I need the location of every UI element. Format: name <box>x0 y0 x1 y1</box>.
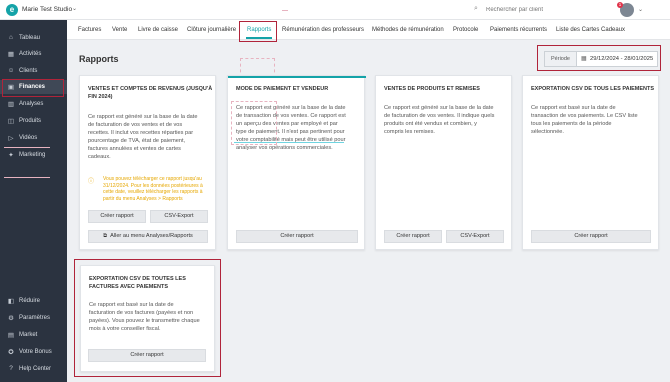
tab-protocole[interactable]: Protocole <box>453 27 478 33</box>
page-title: Rapports <box>79 54 119 64</box>
info-icon: ⓘ <box>88 179 95 185</box>
box-icon: ◫ <box>7 118 15 125</box>
chart-icon: ▥ <box>7 101 15 108</box>
tab-methodes-remuneration[interactable]: Méthodes de rémunération <box>372 27 444 33</box>
calendar-icon: ▦ <box>7 51 15 58</box>
sidebar-item-label: Analyses <box>19 101 44 107</box>
card-title: EXPORTATION CSV DE TOUS LES PAIEMENTS <box>531 86 655 92</box>
top-bar: e Marie Test Studio ⌄ ⌕ 1 ⌄ <box>0 0 670 20</box>
sidebar-item-tableau[interactable]: ⌂ Tableau <box>0 31 67 45</box>
sidebar-item-marketing[interactable]: ✦ Marketing <box>0 148 67 162</box>
external-link-icon: ⧉ <box>103 233 108 239</box>
collapse-icon: ◧ <box>7 298 15 305</box>
period-highlight <box>537 45 661 71</box>
sidebar-item-produits[interactable]: ◫ Produits <box>0 114 67 128</box>
sidebar-item-label: Paramètres <box>19 315 51 321</box>
tab-livre-de-caisse[interactable]: Livre de caisse <box>138 27 178 33</box>
search-input[interactable] <box>486 6 582 14</box>
guide-line <box>282 10 288 11</box>
card-description: Ce rapport est généré sur la base de la … <box>384 105 495 135</box>
card-title: VENTES ET COMPTES DE REVENUS (JUSQU'À FI… <box>88 86 213 100</box>
gift-icon: ✪ <box>8 349 14 356</box>
store-icon: ▤ <box>7 332 15 339</box>
card-description: Ce rapport est basé sur la date de trans… <box>531 105 638 135</box>
sidebar-item-label: Tableau <box>19 35 41 41</box>
client-search[interactable]: ⌕ <box>474 5 584 15</box>
guide-box <box>231 101 277 145</box>
user-icon: ☺ <box>7 67 15 74</box>
help-icon: ? <box>9 365 13 372</box>
notification-badge[interactable]: 1 <box>617 2 623 8</box>
sidebar-item-label: Activités <box>19 51 42 57</box>
finance-tabs: Factures Vente Livre de caisse Clôture j… <box>67 20 670 40</box>
guide-line <box>4 147 50 148</box>
megaphone-icon: ✦ <box>8 152 14 159</box>
video-icon: ▷ <box>8 135 14 142</box>
card-warning: Vous pouvez télécharger ce rapport jusqu… <box>103 176 203 202</box>
sidebar-item-parametres[interactable]: ⚙ Paramètres <box>0 311 67 325</box>
go-to-analyses-button[interactable]: ⧉ Aller au menu Analyses/Rapports <box>88 230 208 243</box>
report-card-ventes-revenus: VENTES ET COMPTES DE REVENUS (JUSQU'À FI… <box>79 75 216 250</box>
studio-selector[interactable]: Marie Test Studio <box>22 6 72 13</box>
card-description: Ce rapport est généré sur la base de la … <box>88 114 198 160</box>
search-icon: ⌕ <box>474 5 478 12</box>
finances-highlight <box>2 79 64 97</box>
card-accent <box>228 76 366 78</box>
sidebar-item-clients[interactable]: ☺ Clients <box>0 64 67 78</box>
sidebar: ⌂ Tableau ▦ Activités ☺ Clients ▣ Financ… <box>0 20 67 382</box>
sidebar-item-reduire[interactable]: ◧ Réduire <box>0 294 67 308</box>
tab-cartes-cadeaux[interactable]: Liste des Cartes Cadeaux <box>556 27 625 33</box>
sidebar-item-activites[interactable]: ▦ Activités <box>0 47 67 61</box>
sidebar-item-label: Marketing <box>19 152 46 158</box>
report-card-csv-paiements: EXPORTATION CSV DE TOUS LES PAIEMENTS Ce… <box>522 75 659 250</box>
card-title: VENTES DE PRODUITS ET REMISES <box>384 86 480 92</box>
create-report-button[interactable]: Créer rapport <box>531 230 651 243</box>
sidebar-item-help[interactable]: ? Help Center <box>0 362 67 376</box>
rapports-tab-highlight <box>239 21 277 42</box>
create-report-button[interactable]: Créer rapport <box>88 210 146 223</box>
chevron-down-icon[interactable]: ⌄ <box>638 6 643 13</box>
card-title: MODE DE PAIEMENT ET VENDEUR <box>236 86 329 92</box>
sidebar-item-market[interactable]: ▤ Market <box>0 328 67 342</box>
tab-paiements-recurrents[interactable]: Paiements récurrents <box>490 27 547 33</box>
app-logo[interactable]: e <box>6 4 18 16</box>
sidebar-item-label: Clients <box>19 68 38 74</box>
sidebar-item-label: Help Center <box>19 366 52 372</box>
tab-factures[interactable]: Factures <box>78 27 101 33</box>
sidebar-item-label: Votre Bonus <box>19 349 52 355</box>
report-card-produits-remises: VENTES DE PRODUITS ET REMISES Ce rapport… <box>375 75 512 250</box>
sidebar-item-bonus[interactable]: ✪ Votre Bonus <box>0 345 67 359</box>
sidebar-item-label: Produits <box>19 118 42 124</box>
sidebar-item-label: Réduire <box>19 298 41 304</box>
guide-line <box>4 177 50 178</box>
tab-vente[interactable]: Vente <box>112 27 127 33</box>
csv-export-button[interactable]: CSV-Export <box>150 210 208 223</box>
sidebar-item-label: Vidéos <box>19 135 38 141</box>
csv-factures-highlight <box>74 259 221 377</box>
create-report-button[interactable]: Créer rapport <box>384 230 442 243</box>
create-report-button[interactable]: Créer rapport <box>236 230 358 243</box>
sidebar-item-analyses[interactable]: ▥ Analyses <box>0 97 67 111</box>
csv-export-button[interactable]: CSV-Export <box>446 230 504 243</box>
sidebar-item-videos[interactable]: ▷ Vidéos <box>0 131 67 145</box>
sidebar-item-label: Market <box>19 332 38 338</box>
gear-icon: ⚙ <box>8 315 14 322</box>
tab-remuneration-professeurs[interactable]: Rémunération des professeurs <box>282 27 364 33</box>
chevron-down-icon[interactable]: ⌄ <box>72 5 77 12</box>
tab-cloture-journaliere[interactable]: Clôture journalière <box>187 27 236 33</box>
home-icon: ⌂ <box>9 34 13 41</box>
